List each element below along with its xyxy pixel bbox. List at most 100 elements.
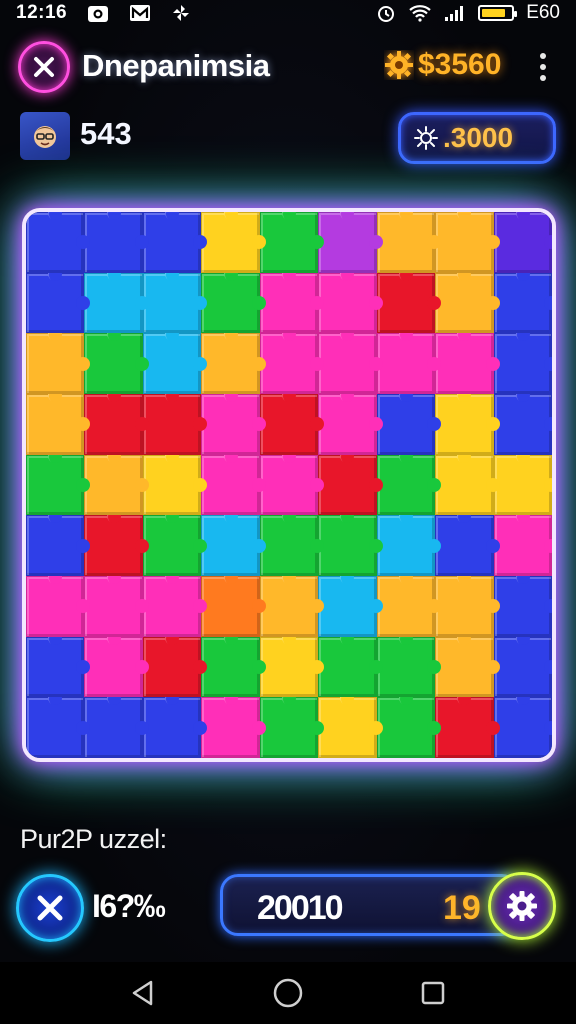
puzzle-grid[interactable] xyxy=(26,212,552,758)
home-button[interactable] xyxy=(268,973,308,1013)
puzzle-piece[interactable] xyxy=(435,509,501,576)
puzzle-piece[interactable] xyxy=(435,691,501,758)
puzzle-piece[interactable] xyxy=(259,212,325,273)
puzzle-piece[interactable] xyxy=(84,630,150,698)
puzzle-piece[interactable] xyxy=(201,448,267,516)
puzzle-piece[interactable] xyxy=(493,570,552,637)
puzzle-piece[interactable] xyxy=(201,266,267,334)
puzzle-piece[interactable] xyxy=(84,266,150,334)
puzzle-piece[interactable] xyxy=(493,509,552,576)
puzzle-piece[interactable] xyxy=(376,266,442,334)
puzzle-piece[interactable] xyxy=(259,509,325,576)
puzzle-piece[interactable] xyxy=(318,509,384,576)
puzzle-piece[interactable] xyxy=(493,212,552,273)
puzzle-piece[interactable] xyxy=(142,448,208,516)
puzzle-piece[interactable] xyxy=(142,266,208,334)
puzzle-piece[interactable] xyxy=(318,448,384,516)
puzzle-board[interactable] xyxy=(22,208,556,762)
puzzle-piece[interactable] xyxy=(84,691,150,758)
back-triangle-icon xyxy=(132,980,152,1006)
puzzle-piece[interactable] xyxy=(376,570,442,637)
puzzle-piece[interactable] xyxy=(259,388,325,455)
puzzle-piece[interactable] xyxy=(26,327,91,394)
puzzle-piece[interactable] xyxy=(318,388,384,455)
puzzle-piece[interactable] xyxy=(142,509,208,576)
puzzle-piece[interactable] xyxy=(26,448,91,516)
puzzle-piece[interactable] xyxy=(318,212,384,273)
cancel-button[interactable] xyxy=(16,874,84,942)
puzzle-piece[interactable] xyxy=(26,266,91,334)
puzzle-piece[interactable] xyxy=(142,327,208,394)
puzzle-piece[interactable] xyxy=(142,630,208,698)
gems-display[interactable]: .3000 xyxy=(398,112,556,164)
puzzle-piece[interactable] xyxy=(493,448,552,516)
puzzle-piece[interactable] xyxy=(84,570,150,637)
puzzle-piece[interactable] xyxy=(259,327,325,394)
puzzle-piece[interactable] xyxy=(84,327,150,394)
puzzle-piece[interactable] xyxy=(26,212,91,273)
back-button[interactable] xyxy=(123,973,163,1013)
puzzle-piece[interactable] xyxy=(435,388,501,455)
puzzle-piece[interactable] xyxy=(318,266,384,334)
puzzle-piece[interactable] xyxy=(435,448,501,516)
puzzle-piece[interactable] xyxy=(26,388,91,455)
score-bar: 20010 19 xyxy=(220,874,520,936)
puzzle-piece[interactable] xyxy=(435,212,501,273)
puzzle-piece[interactable] xyxy=(435,327,501,394)
puzzle-piece[interactable] xyxy=(318,570,384,637)
puzzle-piece[interactable] xyxy=(493,691,552,758)
puzzle-piece[interactable] xyxy=(84,509,150,576)
puzzle-piece[interactable] xyxy=(493,388,552,455)
puzzle-piece[interactable] xyxy=(435,630,501,698)
more-dot xyxy=(540,75,546,81)
puzzle-piece[interactable] xyxy=(376,327,442,394)
puzzle-piece[interactable] xyxy=(201,630,267,698)
app-title: Dnepanimsia xyxy=(82,48,270,83)
close-icon xyxy=(37,895,63,921)
puzzle-piece[interactable] xyxy=(142,691,208,758)
puzzle-piece[interactable] xyxy=(84,212,150,273)
puzzle-piece[interactable] xyxy=(376,630,442,698)
puzzle-piece[interactable] xyxy=(376,691,442,758)
puzzle-piece[interactable] xyxy=(259,448,325,516)
coins-display[interactable]: $3560 xyxy=(384,48,501,82)
puzzle-piece[interactable] xyxy=(201,388,267,455)
puzzle-piece[interactable] xyxy=(435,570,501,637)
home-circle-icon xyxy=(273,978,303,1008)
puzzle-piece[interactable] xyxy=(318,630,384,698)
close-button[interactable] xyxy=(18,41,70,93)
puzzle-piece[interactable] xyxy=(493,630,552,698)
puzzle-piece[interactable] xyxy=(259,630,325,698)
puzzle-piece[interactable] xyxy=(142,388,208,455)
puzzle-piece[interactable] xyxy=(493,266,552,334)
puzzle-piece[interactable] xyxy=(84,448,150,516)
puzzle-piece[interactable] xyxy=(142,212,208,273)
puzzle-piece[interactable] xyxy=(493,327,552,394)
gear-coin-icon xyxy=(385,51,413,79)
puzzle-piece[interactable] xyxy=(376,448,442,516)
more-menu-button[interactable] xyxy=(530,50,556,84)
puzzle-piece[interactable] xyxy=(318,691,384,758)
puzzle-piece[interactable] xyxy=(26,691,91,758)
puzzle-piece[interactable] xyxy=(84,388,150,455)
puzzle-piece[interactable] xyxy=(26,570,91,637)
puzzle-piece[interactable] xyxy=(142,570,208,637)
puzzle-piece[interactable] xyxy=(201,691,267,758)
recents-button[interactable] xyxy=(413,973,453,1013)
puzzle-piece[interactable] xyxy=(201,327,267,394)
settings-button[interactable] xyxy=(488,872,556,940)
puzzle-piece[interactable] xyxy=(376,509,442,576)
puzzle-piece[interactable] xyxy=(259,691,325,758)
puzzle-piece[interactable] xyxy=(26,630,91,698)
puzzle-piece[interactable] xyxy=(259,570,325,637)
puzzle-piece[interactable] xyxy=(318,327,384,394)
puzzle-piece[interactable] xyxy=(201,570,267,637)
puzzle-piece[interactable] xyxy=(26,509,91,576)
puzzle-piece[interactable] xyxy=(259,266,325,334)
avatar[interactable] xyxy=(20,112,70,160)
puzzle-piece[interactable] xyxy=(201,509,267,576)
puzzle-piece[interactable] xyxy=(376,388,442,455)
puzzle-piece[interactable] xyxy=(435,266,501,334)
puzzle-piece[interactable] xyxy=(376,212,442,273)
puzzle-piece[interactable] xyxy=(201,212,267,273)
